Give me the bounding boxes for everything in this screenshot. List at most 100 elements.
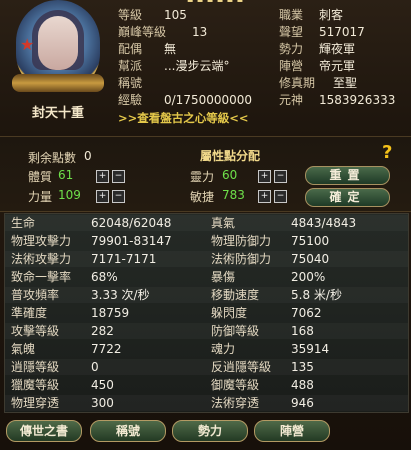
info-value: 無 [164, 42, 177, 56]
attr-label-constitution: 體質 [28, 170, 53, 184]
stat-label: 生命 [11, 216, 36, 230]
info-label: 巔峰等級 [118, 25, 167, 39]
stat-value: 7062 [291, 306, 322, 320]
stat-value: 3.33 次/秒 [91, 288, 150, 302]
info-row-faction: 勢力 輝夜軍 [279, 41, 395, 58]
info-label: 勢力 [279, 42, 304, 56]
stat-label: 獵魔等級 [11, 378, 60, 392]
confirm-button[interactable]: 確定 [305, 188, 390, 207]
stat-value: 450 [91, 378, 114, 392]
info-right-column: 職業 刺客 聲望 517017 勢力 輝夜軍 陣營 帝元軍 修真期 至聖 元神 158392… [279, 7, 395, 109]
info-label: 稱號 [118, 76, 143, 90]
avatar-face [38, 16, 78, 70]
stat-value: 35914 [291, 342, 330, 356]
stat-row: 暴傷 200% [211, 269, 325, 285]
stat-label: 反逍隱等級 [211, 360, 272, 374]
stat-value: 168 [291, 324, 314, 338]
allocation-title: 屬性點分配 [200, 149, 261, 163]
info-value[interactable]: ...漫步云端° [164, 59, 229, 73]
info-row-title: 稱號 [118, 75, 252, 92]
stat-value: 488 [291, 378, 314, 392]
info-label: 陣營 [279, 59, 304, 73]
stat-row: 致命一擊率 68% [11, 269, 118, 285]
stat-label: 攻擊等級 [11, 324, 60, 338]
stat-row: 物理攻擊力 79901-83147 [11, 233, 172, 249]
info-row-spouse: 配偶 無 [118, 41, 252, 58]
stat-row: 法術穿透 946 [211, 395, 314, 411]
avatar-ornament-base [12, 74, 104, 92]
stat-value: 200% [291, 270, 326, 284]
stat-row: 普攻頻率 3.33 次/秒 [11, 287, 150, 303]
stat-row: 生命 62048/62048 [11, 215, 171, 231]
spirit-minus-button[interactable]: − [274, 170, 287, 183]
spirit-plus-button[interactable]: + [258, 170, 271, 183]
stat-row: 逍隱等級 0 [11, 359, 99, 375]
title-button[interactable]: 稱號 [90, 420, 166, 442]
stat-label: 致命一擊率 [11, 270, 72, 284]
stat-value: 7171-7171 [91, 252, 157, 266]
info-value: 帝元軍 [319, 59, 356, 73]
stats-table: 生命 62048/62048 物理攻擊力 79901-83147 法術攻擊力 7171… [4, 213, 409, 413]
character-panel: ▪ ▪ ▪ ▪ ▪ ▪ ★ 封天十重 等級 105 巔峰等級 13 配偶 無 幫派..… [0, 0, 411, 450]
stat-row: 反逍隱等級 135 [211, 359, 314, 375]
camp-button[interactable]: 陣營 [254, 420, 330, 442]
attr-label-agility: 敏捷 [190, 190, 215, 204]
info-value: 13 [192, 25, 208, 39]
pangu-heart-link[interactable]: >>查看盤古之心等級<< [118, 110, 249, 126]
character-name: 封天十重 [31, 106, 84, 121]
stat-row: 躲閃度 7062 [211, 305, 322, 321]
faction-button[interactable]: 勢力 [172, 420, 248, 442]
stat-row: 物理穿透 300 [11, 395, 114, 411]
info-label: 聲望 [279, 25, 304, 39]
stat-value: 282 [91, 324, 114, 338]
info-value: 1583926333 [319, 93, 396, 107]
stat-label: 御魔等級 [211, 378, 260, 392]
stat-value: 300 [91, 396, 114, 410]
agility-minus-button[interactable]: − [274, 190, 287, 203]
stat-label: 魂力 [211, 342, 236, 356]
attr-value-strength: 109 [58, 188, 81, 202]
info-row-spirit: 元神 1583926333 [279, 92, 395, 109]
info-row-peak-level: 巔峰等級 13 [118, 24, 252, 41]
info-value: 0/1750000000 [164, 93, 253, 107]
info-value: 刺客 [319, 8, 344, 22]
stat-value: 18759 [91, 306, 130, 320]
agility-plus-button[interactable]: + [258, 190, 271, 203]
info-row-guild: 幫派 ...漫步云端° [118, 58, 252, 75]
constitution-minus-button[interactable]: − [112, 170, 125, 183]
strength-minus-button[interactable]: − [112, 190, 125, 203]
stat-label: 普攻頻率 [11, 288, 60, 302]
reset-button[interactable]: 重置 [305, 166, 390, 185]
info-label: 配偶 [118, 42, 143, 56]
strength-plus-button[interactable]: + [96, 190, 109, 203]
remaining-points-label: 剩余點數 [28, 151, 77, 165]
info-label: 等級 [118, 8, 143, 22]
info-row-level: 等級 105 [118, 7, 252, 24]
stat-label: 躲閃度 [211, 306, 248, 320]
stat-value: 4843/4843 [291, 216, 357, 230]
stat-value: 68% [91, 270, 118, 284]
attr-label-spirit: 靈力 [190, 170, 215, 184]
stat-label: 法術攻擊力 [11, 252, 72, 266]
info-label: 元神 [279, 93, 304, 107]
stat-row: 氣魄 7722 [11, 341, 122, 357]
stat-value: 79901-83147 [91, 234, 172, 248]
info-row-reputation: 聲望 517017 [279, 24, 395, 41]
stat-value: 7722 [91, 342, 122, 356]
help-icon[interactable]: ? [382, 142, 392, 163]
stat-row: 準確度 18759 [11, 305, 129, 321]
info-row-class: 職業 刺客 [279, 7, 395, 24]
stat-row: 物理防御力 75100 [211, 233, 329, 249]
stat-label: 準確度 [11, 306, 48, 320]
constitution-plus-button[interactable]: + [96, 170, 109, 183]
character-info-section: ▪ ▪ ▪ ▪ ▪ ▪ ★ 封天十重 等級 105 巔峰等級 13 配偶 無 幫派..… [0, 0, 411, 136]
stat-label: 法術防御力 [211, 252, 272, 266]
legend-book-button[interactable]: 傳世之書 [6, 420, 82, 442]
stat-label: 移動速度 [211, 288, 260, 302]
attr-value-constitution: 61 [58, 168, 74, 182]
stat-value: 62048/62048 [91, 216, 172, 230]
attr-value-agility: 783 [222, 188, 245, 202]
stat-row: 真氣 4843/4843 [211, 215, 356, 231]
attr-value-spirit: 60 [222, 168, 238, 182]
info-value: 105 [164, 8, 187, 22]
